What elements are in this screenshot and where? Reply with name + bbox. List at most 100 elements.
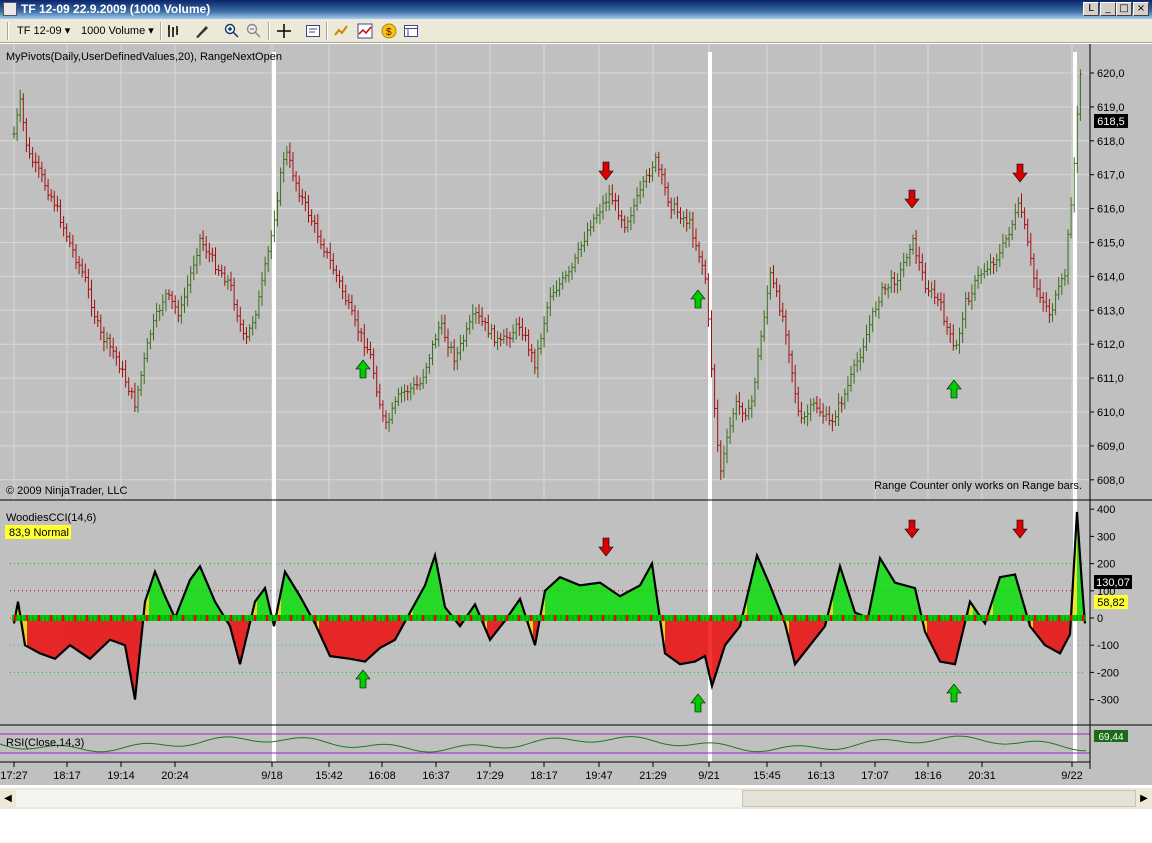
time-tick-label: 9/21	[698, 770, 719, 782]
cci-zero-dot	[538, 615, 540, 621]
cci-zero-dot	[666, 615, 668, 621]
cci-zero-dot	[906, 615, 908, 621]
down-arrow-icon	[904, 519, 920, 539]
cci-tick-label: 200	[1097, 559, 1115, 571]
cci-zero-dot	[126, 615, 128, 621]
cci-zero-dot	[978, 615, 980, 621]
maximize-button[interactable]: □	[1116, 2, 1132, 16]
cci-zero-dot	[490, 615, 492, 621]
price-tick-label: 619,0	[1097, 102, 1125, 114]
zoom-out-icon[interactable]	[246, 23, 262, 39]
rsi-line	[0, 735, 1087, 753]
cci-zero-dot	[454, 615, 456, 621]
cci-zero-dot	[870, 615, 872, 621]
cci-zero-dot	[130, 615, 132, 621]
title-bar: TF 12-09 22.9.2009 (1000 Volume) L _ □ ×	[0, 0, 1152, 19]
cci-zero-dot	[362, 615, 364, 621]
cci-zero-dot	[758, 615, 760, 621]
drawing-tool-icon[interactable]	[194, 23, 210, 39]
cci-zero-dot	[706, 615, 708, 621]
price-tick-label: 610,0	[1097, 407, 1125, 419]
cci-zero-dot	[114, 615, 116, 621]
cci-zero-dot	[66, 615, 68, 621]
cci-zero-dot	[606, 615, 608, 621]
cci-zero-dot	[718, 615, 720, 621]
bar-type-icon[interactable]	[166, 23, 182, 39]
time-tick-label: 18:16	[914, 770, 942, 782]
time-tick-label: 15:45	[753, 770, 781, 782]
cci-zero-dot	[42, 615, 44, 621]
data-box-icon[interactable]	[403, 23, 419, 39]
cci-zero-dot	[970, 615, 972, 621]
chart-canvas[interactable]: MyPivots(Daily,UserDefinedValues,20), Ra…	[0, 44, 1152, 785]
cci-zero-dot	[306, 615, 308, 621]
cci-zero-dot	[998, 615, 1000, 621]
cci-zero-dot	[610, 615, 612, 621]
cci-zero-dot	[90, 615, 92, 621]
cci-zero-dot	[614, 615, 616, 621]
cci-zero-dot	[446, 615, 448, 621]
cci-zero-dot	[742, 615, 744, 621]
cci-zero-dot	[386, 615, 388, 621]
cci-zero-dot	[690, 615, 692, 621]
cci-zero-dot	[1042, 615, 1044, 621]
cci-zero-dot	[174, 615, 176, 621]
currency-icon[interactable]: $	[381, 23, 397, 39]
cci-zero-dot	[762, 615, 764, 621]
cci-zero-dot	[962, 615, 964, 621]
horizontal-scrollbar[interactable]: ◀ ▶	[0, 788, 1152, 809]
close-button[interactable]: ×	[1133, 2, 1149, 16]
instrument-select[interactable]: TF 12-09 ▾	[17, 23, 70, 39]
cci-zero-dot	[942, 615, 944, 621]
cci-zero-dot	[194, 615, 196, 621]
cci-zero-dot	[50, 615, 52, 621]
cci-zero-dot	[506, 615, 508, 621]
current-price-value: 618,5	[1097, 116, 1125, 128]
cci-zero-dot	[790, 615, 792, 621]
period-select[interactable]: 1000 Volume ▾	[81, 23, 154, 39]
properties-icon[interactable]	[305, 23, 321, 39]
indicators-icon[interactable]	[357, 23, 373, 39]
cci-zero-dot	[310, 615, 312, 621]
up-arrow-icon	[690, 693, 706, 713]
cci-zero-dot	[622, 615, 624, 621]
cci-zero-dot	[442, 615, 444, 621]
cci-tick-label: -200	[1097, 667, 1119, 679]
minimize-button[interactable]: _	[1100, 2, 1116, 16]
price-tick-label: 614,0	[1097, 271, 1125, 283]
cci-zero-dot	[14, 615, 16, 621]
scroll-thumb[interactable]	[742, 790, 1136, 807]
zoom-in-icon[interactable]	[224, 23, 240, 39]
scroll-left-icon[interactable]: ◀	[0, 790, 16, 807]
time-tick-label: 16:37	[422, 770, 450, 782]
cci-zero-dot	[910, 615, 912, 621]
cci-zero-dot	[702, 615, 704, 621]
cci-zero-dot	[842, 615, 844, 621]
crosshair-icon[interactable]	[276, 23, 292, 39]
cci-zero-dot	[546, 615, 548, 621]
strategy-icon[interactable]	[333, 23, 349, 39]
scroll-right-icon[interactable]: ▶	[1136, 790, 1152, 807]
chart-area[interactable]: MyPivots(Daily,UserDefinedValues,20), Ra…	[0, 44, 1152, 785]
cci-zero-dot	[734, 615, 736, 621]
restore-link-icon[interactable]: L	[1083, 2, 1099, 16]
cci-zero-dot	[518, 615, 520, 621]
cci-zero-dot	[498, 615, 500, 621]
cci-zero-dot	[686, 615, 688, 621]
cci-zero-dot	[650, 615, 652, 621]
cci-zero-dot	[502, 615, 504, 621]
period-label: 1000 Volume	[81, 25, 146, 37]
cci-tick-label: -300	[1097, 695, 1119, 707]
cci-zero-dot	[1034, 615, 1036, 621]
cci-zero-dot	[266, 615, 268, 621]
cci-value-2: 58,82	[1097, 597, 1125, 609]
cci-zero-dot	[930, 615, 932, 621]
cci-zero-dot	[782, 615, 784, 621]
blank-area	[0, 812, 1152, 843]
cci-zero-dot	[290, 615, 292, 621]
cci-zero-dot	[426, 615, 428, 621]
time-tick-label: 21:29	[639, 770, 667, 782]
cci-zero-band	[12, 615, 1086, 621]
cci-zero-dot	[1078, 615, 1080, 621]
cci-zero-dot	[1018, 615, 1020, 621]
